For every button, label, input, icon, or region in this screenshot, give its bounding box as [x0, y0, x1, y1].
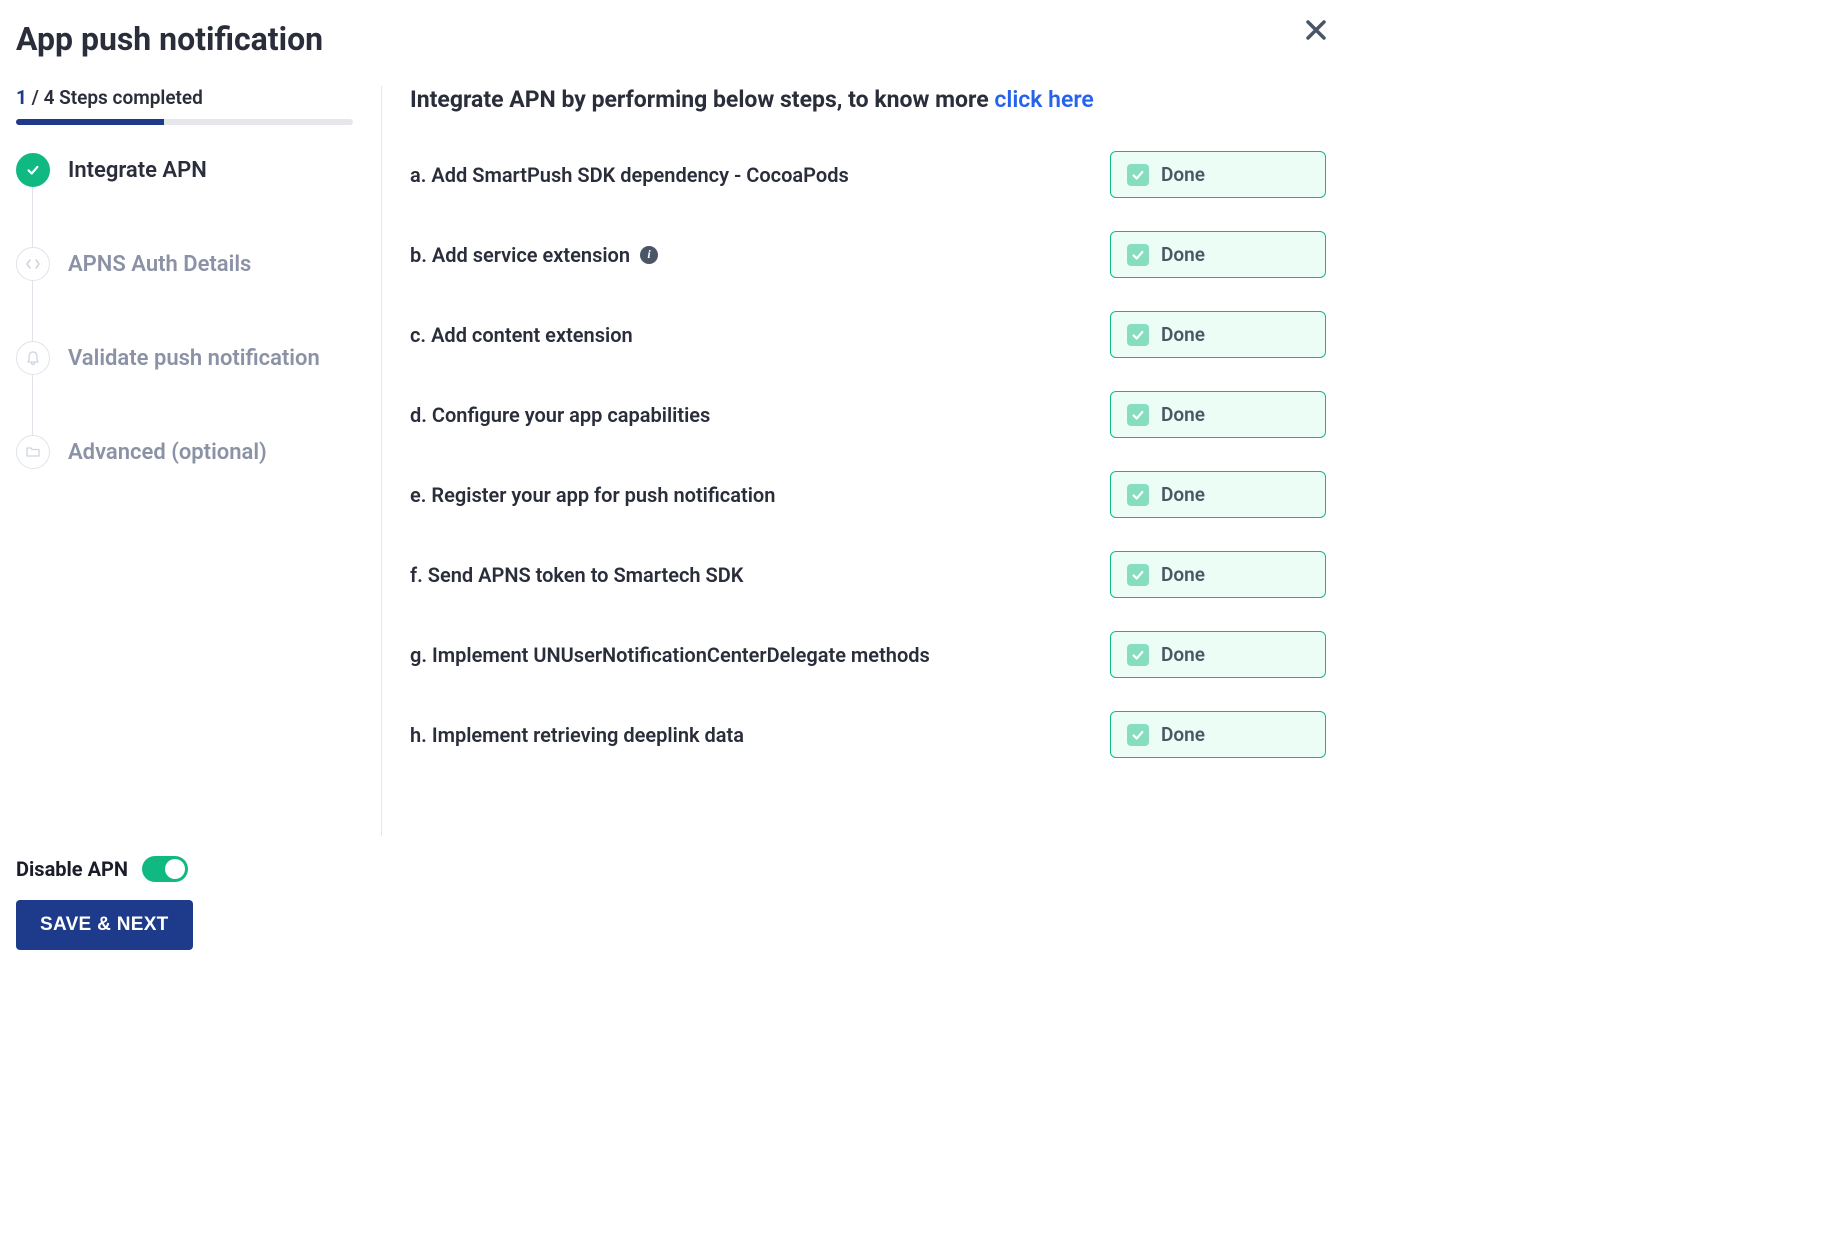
- save-next-button[interactable]: SAVE & NEXT: [16, 900, 193, 950]
- step-integrate-apn[interactable]: Integrate APN: [16, 153, 353, 247]
- task-label-text: b. Add service extension: [410, 243, 630, 267]
- task-row: f. Send APNS token to Smartech SDK Done: [410, 551, 1326, 598]
- progress-suffix: / 4 Steps completed: [27, 86, 203, 109]
- task-row: h. Implement retrieving deeplink data Don…: [410, 711, 1326, 758]
- task-label-text: d. Configure your app capabilities: [410, 403, 710, 427]
- check-icon: [16, 153, 50, 187]
- task-row: a. Add SmartPush SDK dependency - CocoaP…: [410, 151, 1326, 198]
- step-validate-push[interactable]: Validate push notification: [16, 341, 353, 435]
- check-icon: [1127, 564, 1149, 586]
- progress-current: 1: [16, 86, 27, 109]
- check-icon: [1127, 244, 1149, 266]
- check-icon: [1127, 164, 1149, 186]
- step-label: Integrate APN: [68, 158, 207, 183]
- main-heading: Integrate APN by performing below steps,…: [410, 86, 1326, 113]
- check-icon: [1127, 324, 1149, 346]
- done-button[interactable]: Done: [1110, 551, 1326, 598]
- check-icon: [1127, 484, 1149, 506]
- task-label: f. Send APNS token to Smartech SDK: [410, 563, 743, 587]
- task-row: c. Add content extension Done: [410, 311, 1326, 358]
- task-label-text: e. Register your app for push notificati…: [410, 483, 775, 507]
- done-label: Done: [1161, 723, 1205, 746]
- step-list: Integrate APN APNS Auth Details Validate…: [16, 153, 353, 469]
- done-label: Done: [1161, 243, 1205, 266]
- close-button[interactable]: [1306, 20, 1326, 40]
- sidebar: 1 / 4 Steps completed Integrate APN APNS…: [16, 86, 361, 836]
- footer: Disable APN SAVE & NEXT: [16, 856, 1326, 950]
- done-label: Done: [1161, 403, 1205, 426]
- task-label: a. Add SmartPush SDK dependency - CocoaP…: [410, 163, 849, 187]
- progress-bar: [16, 119, 353, 125]
- heading-text: Integrate APN by performing below steps,…: [410, 86, 994, 113]
- done-button[interactable]: Done: [1110, 311, 1326, 358]
- done-label: Done: [1161, 483, 1205, 506]
- done-button[interactable]: Done: [1110, 151, 1326, 198]
- task-label: c. Add content extension: [410, 323, 633, 347]
- bell-icon: [16, 341, 50, 375]
- step-label: Validate push notification: [68, 346, 320, 371]
- task-label: b. Add service extension i: [410, 243, 658, 267]
- step-advanced[interactable]: Advanced (optional): [16, 435, 353, 469]
- modal-header: App push notification: [16, 20, 1326, 58]
- task-label: e. Register your app for push notificati…: [410, 483, 775, 507]
- step-apns-auth[interactable]: APNS Auth Details: [16, 247, 353, 341]
- task-row: g. Implement UNUserNotificationCenterDel…: [410, 631, 1326, 678]
- click-here-link[interactable]: click here: [994, 86, 1093, 113]
- task-label-text: f. Send APNS token to Smartech SDK: [410, 563, 743, 587]
- step-label: Advanced (optional): [68, 440, 267, 465]
- task-row: b. Add service extension i Done: [410, 231, 1326, 278]
- done-button[interactable]: Done: [1110, 231, 1326, 278]
- done-label: Done: [1161, 323, 1205, 346]
- done-label: Done: [1161, 643, 1205, 666]
- done-button[interactable]: Done: [1110, 471, 1326, 518]
- toggle-knob: [165, 859, 185, 879]
- task-label-text: c. Add content extension: [410, 323, 633, 347]
- task-row: e. Register your app for push notificati…: [410, 471, 1326, 518]
- task-label: h. Implement retrieving deeplink data: [410, 723, 744, 747]
- done-button[interactable]: Done: [1110, 711, 1326, 758]
- info-icon[interactable]: i: [640, 246, 658, 264]
- progress-text: 1 / 4 Steps completed: [16, 86, 353, 109]
- toggle-label: Disable APN: [16, 857, 128, 881]
- done-button[interactable]: Done: [1110, 631, 1326, 678]
- check-icon: [1127, 404, 1149, 426]
- code-icon: [16, 247, 50, 281]
- page-title: App push notification: [16, 20, 323, 58]
- task-row: d. Configure your app capabilities Done: [410, 391, 1326, 438]
- folder-icon: [16, 435, 50, 469]
- task-list: a. Add SmartPush SDK dependency - CocoaP…: [410, 151, 1326, 758]
- progress-fill: [16, 119, 164, 125]
- main-panel: Integrate APN by performing below steps,…: [402, 86, 1326, 836]
- task-label-text: h. Implement retrieving deeplink data: [410, 723, 744, 747]
- check-icon: [1127, 724, 1149, 746]
- done-label: Done: [1161, 163, 1205, 186]
- task-label-text: g. Implement UNUserNotificationCenterDel…: [410, 643, 930, 667]
- task-label: d. Configure your app capabilities: [410, 403, 710, 427]
- step-label: APNS Auth Details: [68, 252, 251, 277]
- disable-apn-toggle[interactable]: [142, 856, 188, 882]
- done-button[interactable]: Done: [1110, 391, 1326, 438]
- close-icon: [1306, 20, 1326, 40]
- task-label: g. Implement UNUserNotificationCenterDel…: [410, 643, 930, 667]
- task-label-text: a. Add SmartPush SDK dependency - CocoaP…: [410, 163, 849, 187]
- done-label: Done: [1161, 563, 1205, 586]
- check-icon: [1127, 644, 1149, 666]
- disable-apn-row: Disable APN: [16, 856, 1326, 882]
- vertical-divider: [381, 86, 382, 836]
